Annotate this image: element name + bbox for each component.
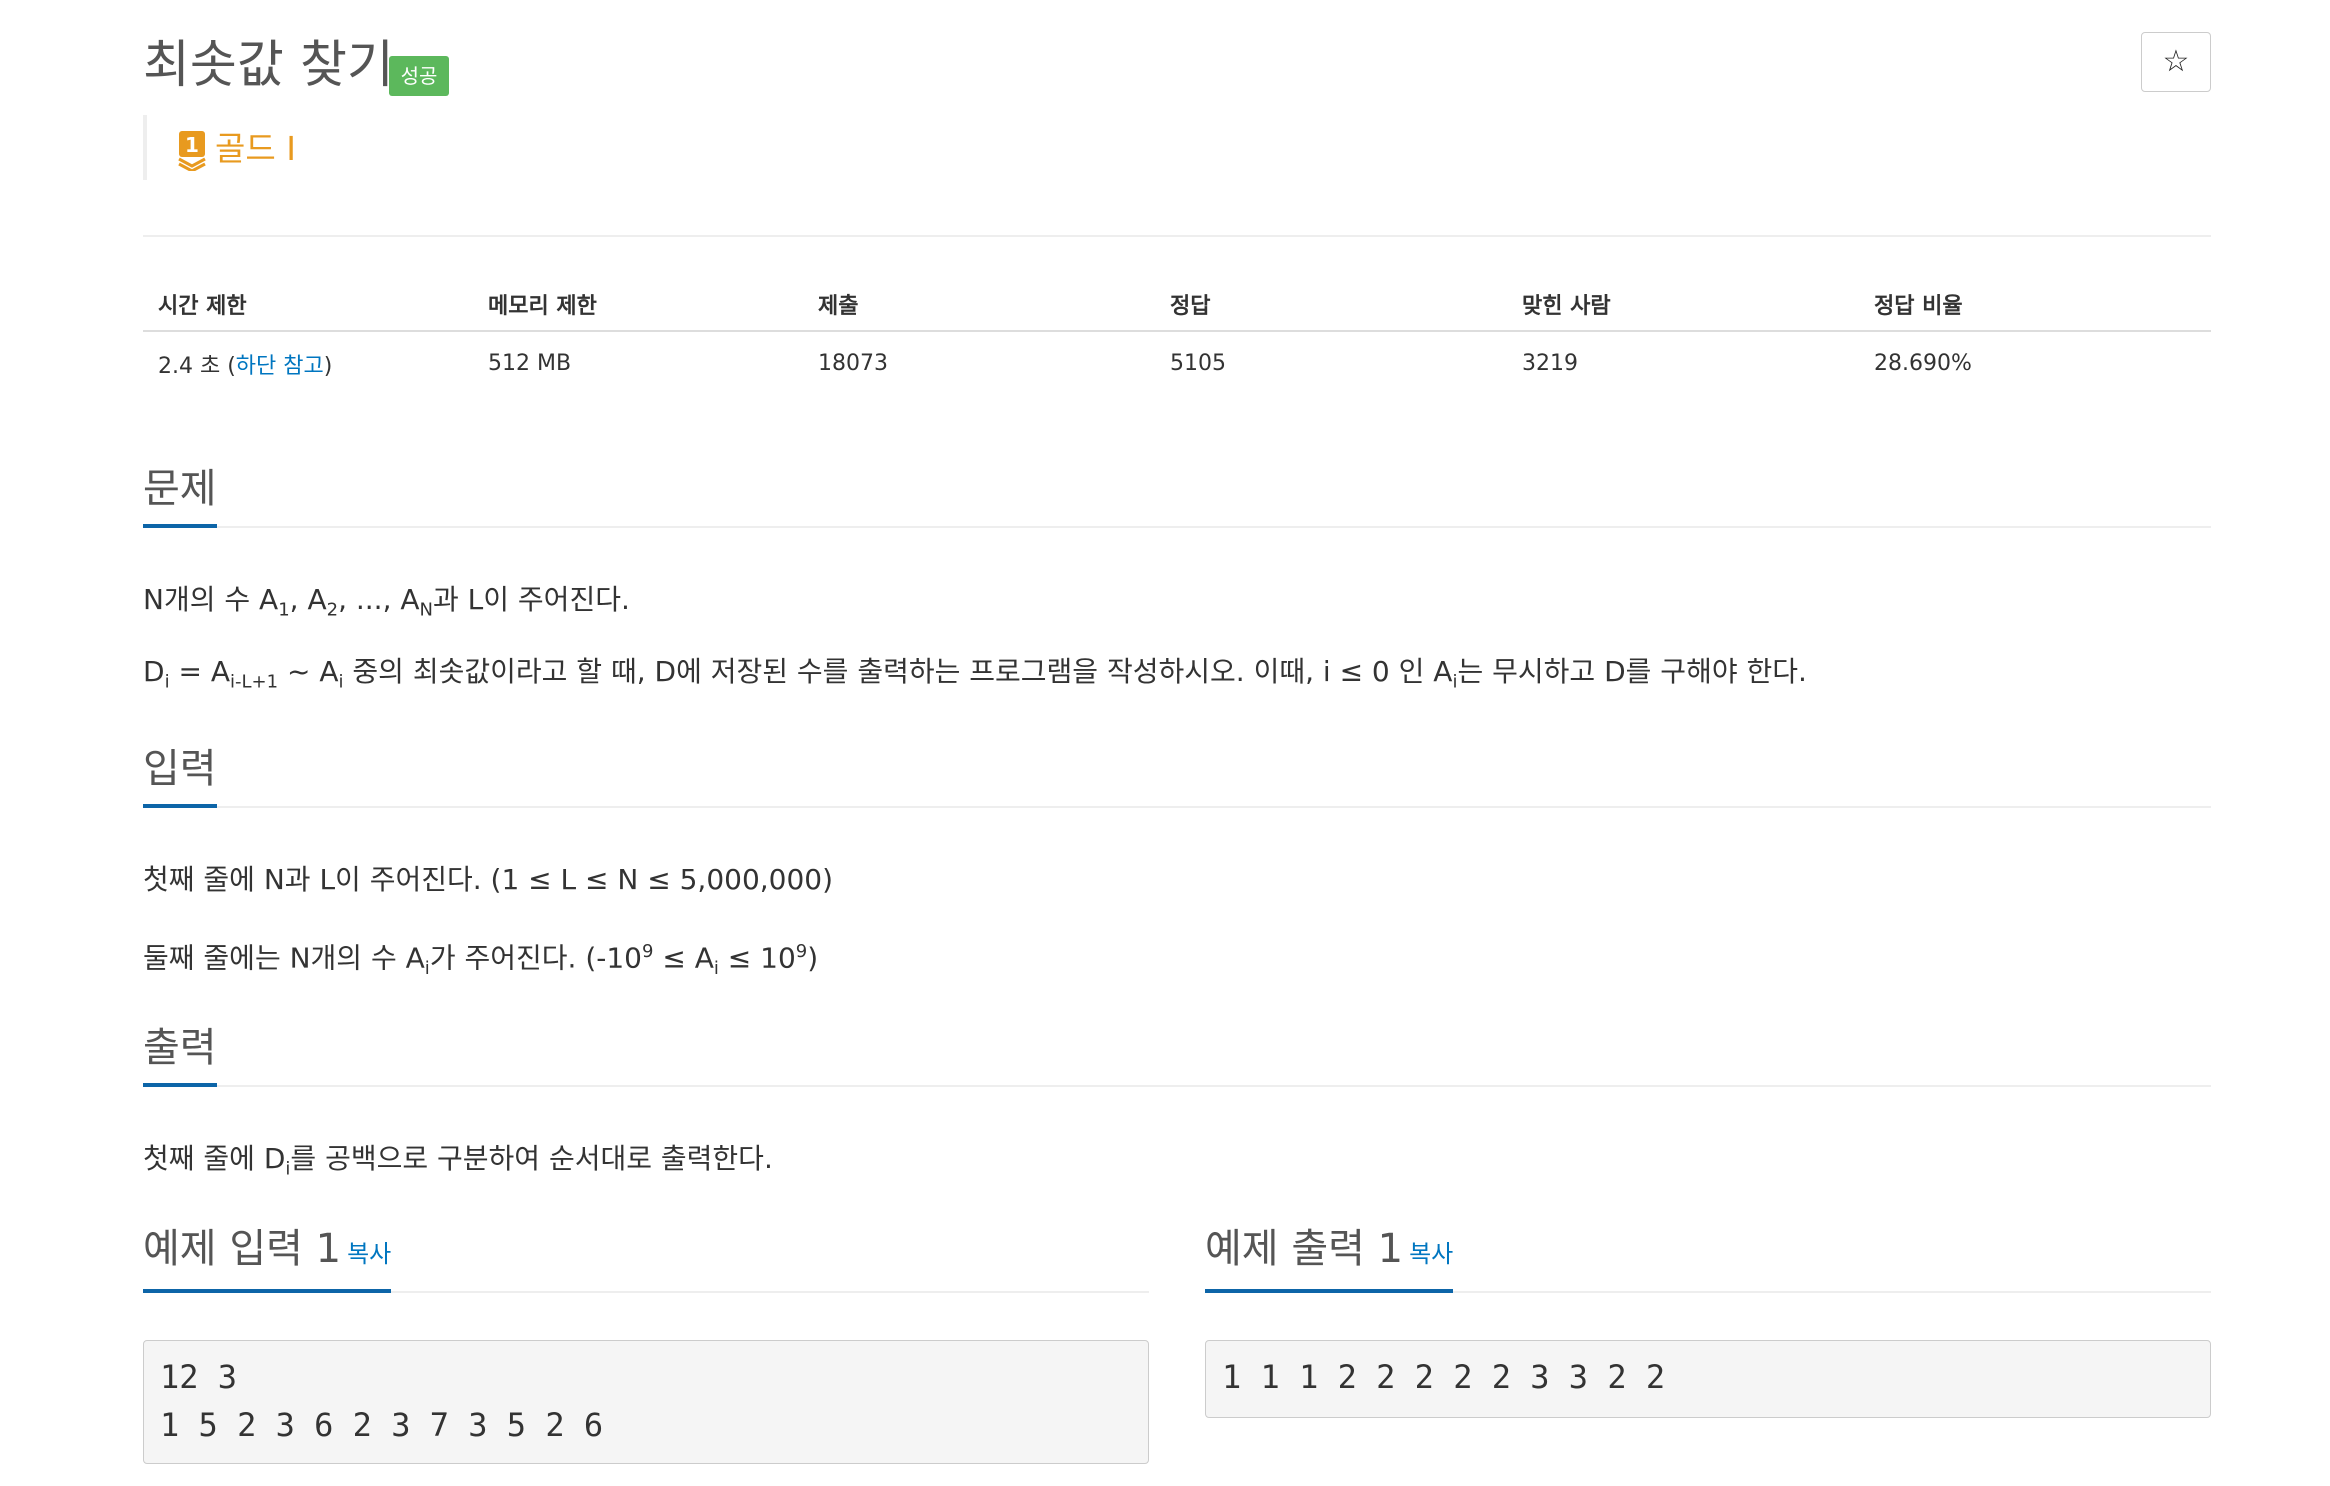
problem-description-line2: Di = Ai-L+1 ~ Ai 중의 최솟값이라고 할 때, D에 저장된 수… <box>143 655 1807 693</box>
output-description: 첫째 줄에 Di를 공백으로 구분하여 순서대로 출력한다. <box>143 1142 773 1180</box>
input-section-header: 입력 <box>143 740 2211 808</box>
sample-output-title: 예제 출력 1 복사 <box>1205 1222 1454 1293</box>
status-badge: 성공 <box>389 56 449 96</box>
header-accepted: 정답 <box>1155 278 1507 332</box>
sample-output-box[interactable]: 1 1 1 2 2 2 2 2 3 3 2 2 <box>1205 1340 2211 1418</box>
page-title: 최솟값 찾기 <box>143 36 394 95</box>
tier-digit: 1 <box>185 133 199 157</box>
table-row: 2.4 초 (하단 참고) 512 MB 18073 5105 3219 28.… <box>143 331 2211 395</box>
submissions-cell: 18073 <box>818 351 888 376</box>
input-description-line2: 둘째 줄에는 N개의 수 Ai가 주어진다. (-109 ≤ Ai ≤ 109) <box>143 941 819 979</box>
time-limit-cell: 2.4 초 (하단 참고) <box>158 353 333 379</box>
header-submissions: 제출 <box>803 278 1155 332</box>
tier-block: 1 골드 I <box>143 115 296 180</box>
header-time-limit: 시간 제한 <box>143 278 473 332</box>
ratio-cell: 28.690% <box>1874 351 1972 376</box>
star-button[interactable]: ☆ <box>2141 32 2211 92</box>
sample-input-box[interactable]: 12 3 1 5 2 3 6 2 3 7 3 5 2 6 <box>143 1340 1149 1464</box>
header-ratio: 정답 비율 <box>1859 278 2211 332</box>
table-header-row: 시간 제한 메모리 제한 제출 정답 맞힌 사람 정답 비율 <box>143 278 2211 332</box>
output-heading: 출력 <box>143 1021 217 1087</box>
solvers-cell: 3219 <box>1522 351 1578 376</box>
input-heading: 입력 <box>143 742 217 808</box>
tier-label[interactable]: 골드 I <box>215 129 296 169</box>
star-icon: ☆ <box>2162 44 2190 79</box>
sample-input-title: 예제 입력 1 복사 <box>143 1222 392 1293</box>
accepted-cell: 5105 <box>1170 351 1226 376</box>
sample-input-header: 예제 입력 1 복사 <box>143 1225 1149 1293</box>
problem-description-line1: N개의 수 A1, A2, ..., AN과 L이 주어진다. <box>143 583 630 621</box>
time-limit-note-link[interactable]: 하단 참고 <box>236 354 324 379</box>
problem-info-table: 시간 제한 메모리 제한 제출 정답 맞힌 사람 정답 비율 2.4 초 (하단… <box>143 278 2211 395</box>
output-section-header: 출력 <box>143 1019 2211 1087</box>
sample-output-header: 예제 출력 1 복사 <box>1205 1225 2211 1293</box>
header-solvers: 맞힌 사람 <box>1507 278 1859 332</box>
header-memory-limit: 메모리 제한 <box>473 278 803 332</box>
input-description-line1: 첫째 줄에 N과 L이 주어진다. (1 ≤ L ≤ N ≤ 5,000,000… <box>143 863 834 896</box>
tier-badge-icon: 1 <box>178 131 206 171</box>
problem-heading: 문제 <box>143 462 217 528</box>
copy-output-link[interactable]: 복사 <box>1409 1240 1453 1268</box>
memory-limit-cell: 512 MB <box>488 351 572 376</box>
divider <box>143 235 2211 237</box>
copy-input-link[interactable]: 복사 <box>347 1240 391 1268</box>
problem-section-header: 문제 <box>143 460 2211 528</box>
